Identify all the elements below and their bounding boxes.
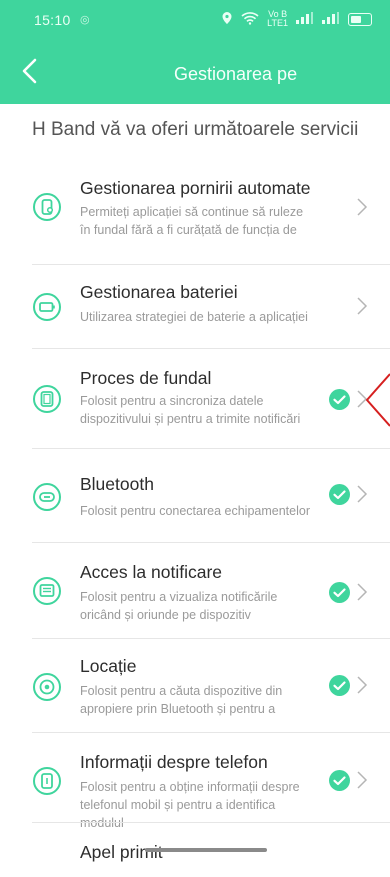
notification-icon bbox=[33, 577, 61, 605]
status-icons: Vo B LTE1 bbox=[221, 10, 372, 28]
service-item-notification-access[interactable]: Acces la notificare Folosit pentru a viz… bbox=[0, 542, 390, 638]
item-description: Folosit pentru a căuta dispozitive din a… bbox=[80, 684, 283, 716]
item-title: Gestionarea bateriei bbox=[80, 282, 238, 302]
item-title: Gestionarea pornirii automate bbox=[80, 178, 311, 198]
divider bbox=[32, 448, 390, 449]
chevron-left-icon bbox=[22, 58, 37, 84]
notification-icon: ◎ bbox=[80, 14, 90, 26]
chevron-right-icon bbox=[357, 297, 368, 315]
location-icon bbox=[33, 673, 61, 701]
background-process-icon bbox=[33, 385, 61, 413]
divider bbox=[32, 822, 390, 823]
chevron-right-icon bbox=[357, 583, 368, 601]
signal-icon bbox=[296, 11, 314, 27]
intro-text: H Band vă va oferi următoarele servicii bbox=[32, 119, 359, 140]
service-item-background-process[interactable]: Proces de fundal Folosit pentru a sincro… bbox=[0, 348, 390, 448]
battery-icon bbox=[33, 293, 61, 321]
item-description: Folosit pentru a vizualiza notificările … bbox=[80, 590, 278, 622]
item-title: Bluetooth bbox=[80, 474, 154, 494]
annotation-arrow-icon bbox=[365, 373, 390, 427]
home-indicator[interactable] bbox=[145, 848, 267, 852]
item-description: Permiteți aplicației să continue să rule… bbox=[80, 205, 304, 237]
network-type-label: Vo B LTE1 bbox=[267, 9, 288, 28]
phone-icon bbox=[33, 193, 61, 221]
wifi-icon bbox=[241, 11, 259, 28]
header-bar: 15:10 ◎ Vo B LTE1 Gestionarea pe bbox=[0, 0, 390, 104]
chevron-right-icon bbox=[357, 485, 368, 503]
divider bbox=[32, 638, 390, 639]
divider bbox=[32, 264, 390, 265]
item-description: Utilizarea strategiei de baterie a aplic… bbox=[80, 310, 308, 324]
service-item-location[interactable]: Locație Folosit pentru a căuta dispoziti… bbox=[0, 638, 390, 732]
service-item-autostart[interactable]: Gestionarea pornirii automate Permiteți … bbox=[0, 158, 390, 246]
service-item-phone-info[interactable]: Informații despre telefon Folosit pentru… bbox=[0, 732, 390, 830]
chevron-right-icon bbox=[357, 198, 368, 216]
item-title: Proces de fundal bbox=[80, 368, 212, 388]
battery-status-icon bbox=[348, 12, 372, 26]
phone-info-icon bbox=[33, 767, 61, 795]
page-title: Gestionarea pe bbox=[174, 64, 298, 84]
service-item-battery[interactable]: Gestionarea bateriei Utilizarea strategi… bbox=[0, 264, 390, 348]
item-title: Apel primit bbox=[80, 842, 163, 862]
location-status-icon bbox=[221, 11, 233, 28]
status-bar: 15:10 ◎ Vo B LTE1 bbox=[0, 0, 390, 40]
nav-row: Gestionarea pe bbox=[0, 56, 390, 96]
status-time: 15:10 bbox=[34, 12, 71, 28]
divider bbox=[32, 348, 390, 349]
check-circle-icon bbox=[329, 484, 350, 505]
chevron-right-icon bbox=[357, 771, 368, 789]
item-description: Folosit pentru conectarea echipamentelor bbox=[80, 504, 310, 518]
back-button[interactable] bbox=[20, 56, 54, 94]
divider bbox=[32, 732, 390, 733]
signal-icon-2 bbox=[322, 11, 340, 27]
check-circle-icon bbox=[329, 675, 350, 696]
chevron-right-icon bbox=[357, 676, 368, 694]
item-title: Acces la notificare bbox=[80, 562, 223, 582]
bluetooth-icon bbox=[33, 483, 61, 511]
check-circle-icon bbox=[329, 389, 350, 410]
check-circle-icon bbox=[329, 770, 350, 791]
item-title: Locație bbox=[80, 656, 137, 676]
check-circle-icon bbox=[329, 582, 350, 603]
divider bbox=[32, 542, 390, 543]
service-item-bluetooth[interactable]: Bluetooth Folosit pentru conectarea echi… bbox=[0, 448, 390, 542]
item-title: Informații despre telefon bbox=[80, 752, 268, 772]
item-description: Folosit pentru a sincroniza datele dispo… bbox=[80, 394, 301, 426]
